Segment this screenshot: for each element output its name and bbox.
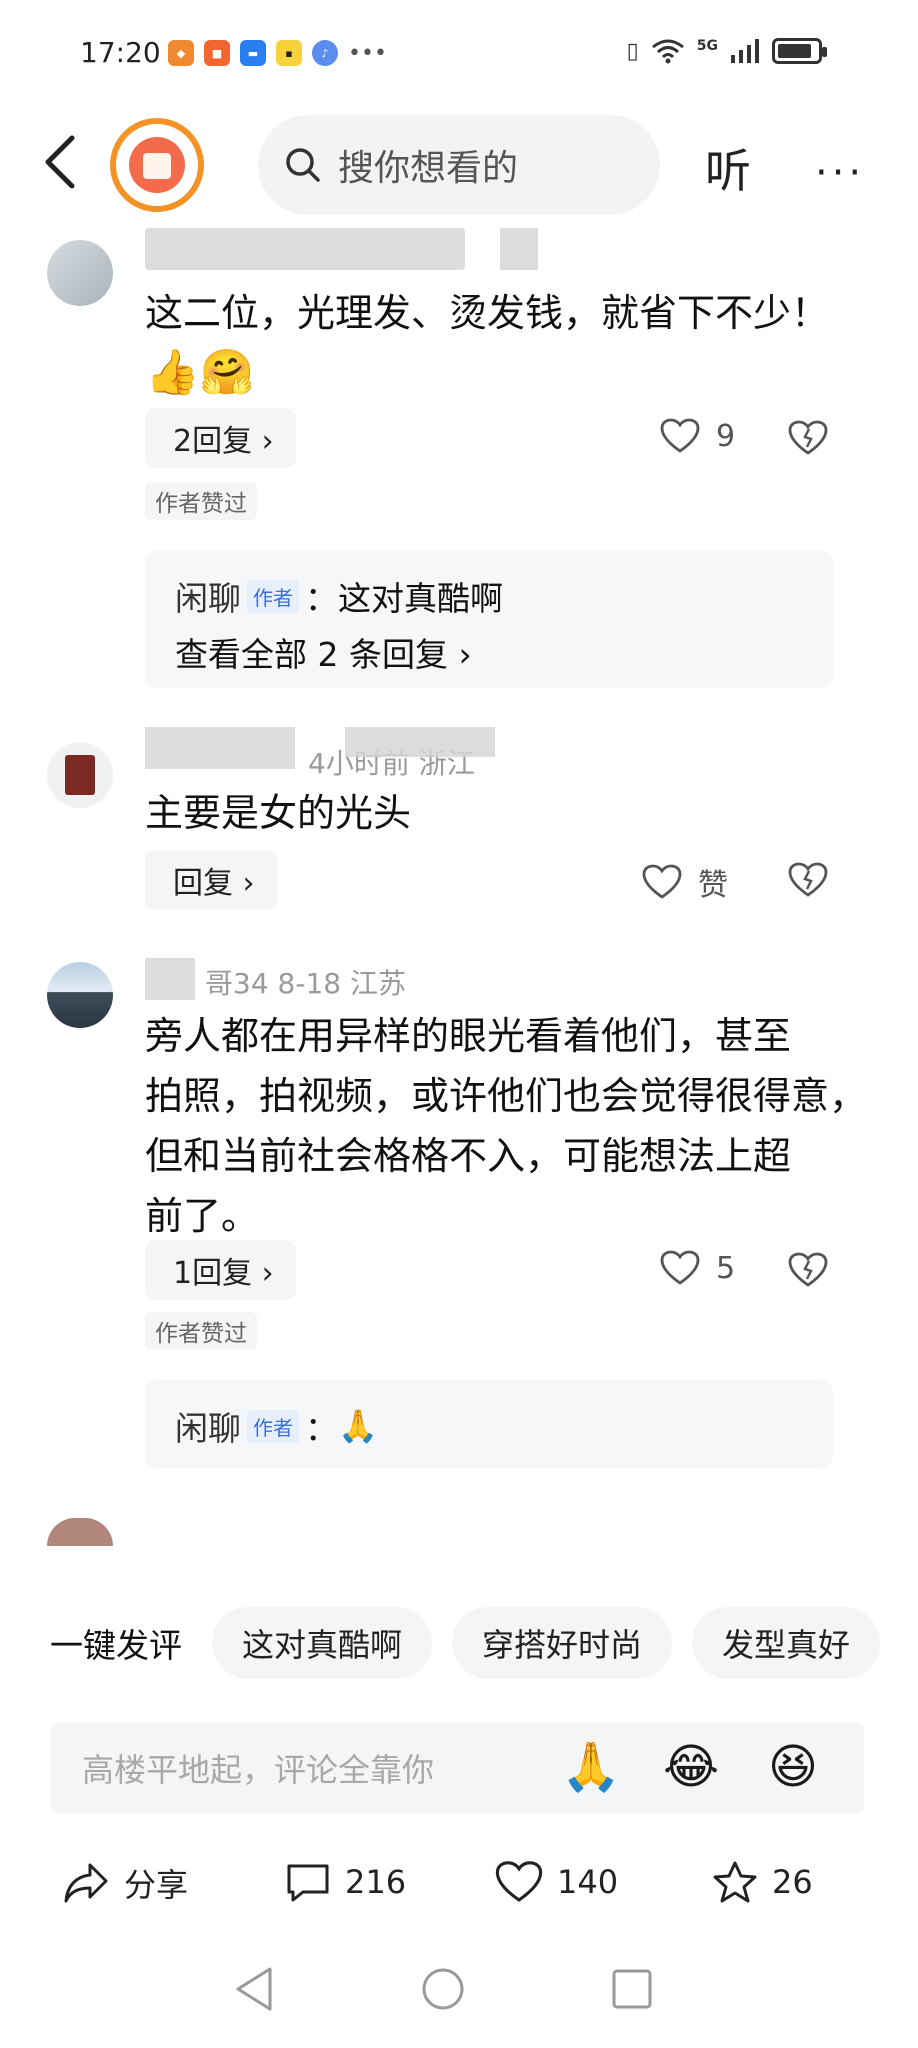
heart-icon [660, 418, 700, 453]
search-placeholder: 搜你想看的 [338, 148, 519, 189]
quick-reply-bar: 一键发评 这对真酷啊 穿搭好时尚 发型真好 [0, 1605, 918, 1681]
blurred-username [145, 958, 195, 1000]
system-recents-icon[interactable] [610, 1965, 654, 2013]
sub-reply-text: ： [305, 1409, 338, 1448]
more-options-icon[interactable]: ··· [815, 150, 865, 196]
blurred-username [145, 228, 465, 270]
comment-line: 拍照，拍视频，或许他们也会觉得很得意， [145, 1074, 868, 1118]
blurred-username [345, 727, 495, 757]
signal-icon [731, 39, 759, 63]
share-icon [64, 1863, 108, 1903]
quick-reply-chip[interactable]: 发型真好 [692, 1607, 881, 1679]
system-home-icon[interactable] [420, 1965, 466, 2013]
quick-reply-chip[interactable]: 这对真酷啊 [212, 1607, 433, 1679]
app-notification-icon: ■ [204, 40, 230, 66]
dislike-icon[interactable] [788, 862, 828, 898]
app-notification-icon: ▬ [240, 40, 266, 66]
comment-button[interactable]: 216 [285, 1860, 406, 1904]
author-tag: 作者 [247, 579, 299, 613]
like-count: 9 [716, 418, 736, 454]
more-notifications-icon: ••• [348, 40, 387, 66]
comment-line: 旁人都在用异样的眼光看着他们，甚至 [145, 1014, 792, 1058]
comment-input[interactable]: 高楼平地起，评论全靠你 🙏 😂 😆 [50, 1722, 864, 1814]
reply-button[interactable]: 回复 › [145, 850, 277, 910]
search-bar[interactable]: 搜你想看的 [258, 115, 660, 215]
comment-text: 旁人都在用异样的眼光看着他们，甚至 拍照，拍视频，或许他们也会觉得很得意， 但和… [145, 1006, 885, 1246]
sub-reply-author[interactable]: 闲聊 [175, 572, 241, 620]
search-icon [286, 148, 320, 182]
favorite-count: 26 [772, 1863, 813, 1901]
comment-meta: 哥34 8-18 江苏 [205, 967, 406, 1000]
avatar[interactable] [47, 742, 113, 808]
comment-count: 216 [345, 1863, 407, 1901]
listen-button[interactable]: 听 [705, 135, 751, 201]
avatar[interactable] [47, 1518, 113, 1546]
comment-input-placeholder: 高楼平地起，评论全靠你 [82, 1751, 435, 1789]
like-button[interactable]: 赞 [642, 860, 728, 904]
comment-icon [287, 1864, 329, 1902]
favorite-button[interactable]: 26 [712, 1860, 813, 1904]
avatar[interactable] [47, 962, 113, 1028]
network-label: 5G [696, 38, 718, 54]
back-arrow-icon[interactable] [40, 134, 84, 190]
comment-text: 主要是女的光头 [145, 791, 412, 835]
sub-reply-line: 闲聊 作者 ：这对真酷啊 [175, 572, 503, 620]
blurred-username [145, 727, 295, 769]
avatar[interactable] [47, 240, 113, 306]
music-icon: ♪ [312, 40, 338, 66]
author-tag: 作者 [247, 1409, 299, 1443]
wifi-icon [651, 39, 684, 64]
app-notification-icon: ▪ [276, 40, 302, 66]
comment-line: 但和当前社会格格不入，可能想法上超 [145, 1134, 792, 1178]
system-back-icon[interactable] [232, 1965, 276, 2013]
author-liked-badge: 作者赞过 [145, 1312, 257, 1350]
reply-button[interactable]: 1回复 › [145, 1240, 296, 1300]
like-post-button[interactable]: 140 [495, 1860, 618, 1904]
heart-icon [495, 1861, 543, 1902]
sub-reply-line: 闲聊 作者 ： 🙏 [175, 1402, 378, 1450]
battery-icon [772, 38, 827, 64]
like-count: 赞 [698, 868, 728, 903]
laughing-crying-emoji-icon[interactable]: 😂 [660, 1736, 722, 1798]
share-label: 分享 [124, 1866, 189, 1904]
like-count: 140 [557, 1863, 619, 1901]
reply-button[interactable]: 2回复 › [145, 408, 296, 468]
heart-icon [642, 864, 682, 899]
dislike-icon[interactable] [788, 1252, 828, 1288]
vibrate-icon: ▯ [626, 38, 639, 64]
praying-hands-emoji-icon[interactable]: 🙏 [560, 1736, 622, 1798]
author-liked-badge: 作者赞过 [145, 482, 257, 520]
status-app-icons: ◆ ■ ▬ ▪ ♪ ••• [168, 40, 387, 66]
dislike-icon[interactable] [788, 420, 828, 456]
quick-reply-chip[interactable]: 穿搭好时尚 [452, 1607, 673, 1679]
grinning-emoji-icon[interactable]: 😆 [762, 1736, 824, 1798]
like-count: 5 [716, 1250, 736, 1286]
status-time: 17:20 [80, 36, 161, 69]
blurred-username [500, 228, 538, 270]
sub-reply-author[interactable]: 闲聊 [175, 1402, 241, 1450]
share-button[interactable]: 分享 [62, 1860, 188, 1906]
star-icon [713, 1861, 757, 1903]
like-button[interactable]: 9 [660, 418, 735, 454]
praying-hands-emoji-icon: 🙏 [338, 1407, 378, 1445]
status-indicators: ▯ 5G [626, 38, 827, 64]
comment-line: 前了。 [145, 1194, 260, 1238]
sub-reply-text: ：这对真酷啊 [305, 579, 503, 618]
heart-icon [660, 1250, 700, 1285]
thumbs-up-emoji-icon: 👍🤗 [145, 347, 255, 398]
comment-text: 这二位，光理发、烫发钱，就省下不少！ [145, 291, 830, 335]
view-all-replies-link[interactable]: 查看全部 2 条回复 › [175, 628, 472, 676]
app-notification-icon: ◆ [168, 40, 194, 66]
like-button[interactable]: 5 [660, 1250, 735, 1286]
quick-reply-label: 一键发评 [50, 1626, 182, 1665]
red-packet-icon[interactable] [110, 118, 204, 212]
